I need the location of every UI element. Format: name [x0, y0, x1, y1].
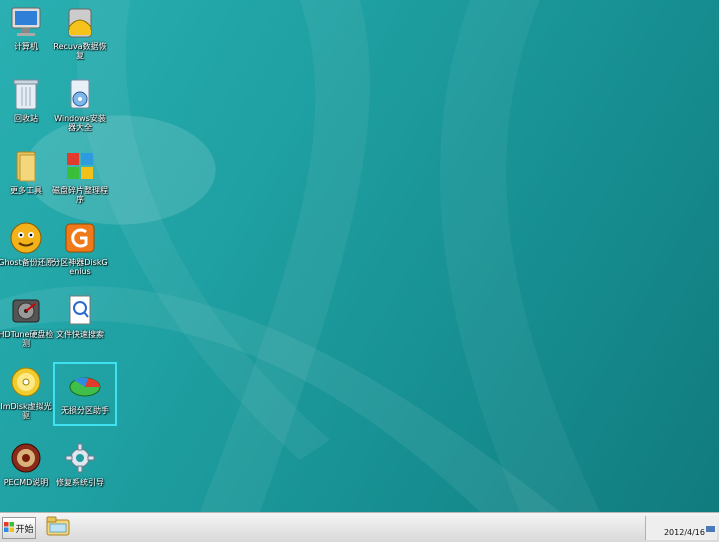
file-search-icon	[62, 292, 98, 328]
desktop-icon-computer[interactable]: 计算机	[0, 4, 54, 74]
hdtune-icon	[8, 292, 44, 328]
explorer-folder-icon	[46, 516, 70, 540]
desktop-icon-label: 无损分区助手	[61, 406, 109, 415]
partition-assistant-icon	[67, 368, 103, 404]
windows-installer-icon	[62, 76, 98, 112]
desktop-icon-repair-boot[interactable]: 修复系统引导	[52, 440, 108, 510]
ghost-icon	[8, 220, 44, 256]
pecmd-icon	[8, 440, 44, 476]
desktop: 计算机 回收站 更多工具 Ghost备份还原 HDTune硬盘检测 ImDisk…	[0, 0, 719, 512]
desktop-icon-file-search[interactable]: 文件快速搜索	[52, 292, 108, 362]
desktop-icon-label: HDTune硬盘检测	[0, 330, 54, 348]
desktop-icon-partition-assistant[interactable]: 无损分区助手	[53, 362, 117, 426]
desktop-icon-label: 更多工具	[10, 186, 42, 195]
desktop-icon-defrag[interactable]: 磁盘碎片整理程序	[52, 148, 108, 218]
defrag-icon	[62, 148, 98, 184]
taskbar-explorer-button[interactable]	[44, 516, 72, 540]
desktop-icon-label: 文件快速搜索	[56, 330, 104, 339]
imdisk-icon	[8, 364, 44, 400]
desktop-icon-windows-installer[interactable]: Windows安装器大全	[52, 76, 108, 146]
desktop-icon-label: 计算机	[14, 42, 38, 51]
folder-icon	[8, 148, 44, 184]
desktop-icon-label: 分区神器DiskGenius	[52, 258, 108, 276]
taskbar: 开始 2012/4/16	[0, 512, 719, 542]
start-button[interactable]: 开始	[2, 517, 36, 539]
desktop-icon-recycle-bin[interactable]: 回收站	[0, 76, 54, 146]
desktop-icon-more-tools[interactable]: 更多工具	[0, 148, 54, 218]
gear-icon	[62, 440, 98, 476]
recycle-bin-icon	[8, 76, 44, 112]
desktop-icon-label: Ghost备份还原	[0, 258, 54, 267]
desktop-icon-diskgenius[interactable]: 分区神器DiskGenius	[52, 220, 108, 290]
desktop-icon-label: Windows安装器大全	[54, 114, 106, 132]
computer-icon	[8, 4, 44, 40]
desktop-icon-label: ImDisk虚拟光驱	[0, 402, 52, 420]
system-tray: 2012/4/16	[645, 516, 717, 540]
recuva-icon	[62, 4, 98, 40]
windows-logo-icon	[4, 521, 15, 535]
clock-date[interactable]: 2012/4/16	[664, 528, 705, 537]
desktop-icon-label: 修复系统引导	[56, 478, 104, 487]
desktop-icon-imdisk[interactable]: ImDisk虚拟光驱	[0, 364, 54, 434]
desktop-icon-label: PECMD说明	[3, 478, 49, 487]
start-label: 开始	[15, 524, 34, 535]
desktop-icon-label: Recuva数据恢复	[53, 42, 107, 60]
desktop-icon-hdtune[interactable]: HDTune硬盘检测	[0, 292, 54, 362]
network-icon[interactable]	[706, 518, 715, 537]
desktop-icon-pecmd[interactable]: PECMD说明	[0, 440, 54, 510]
desktop-icon-ghost[interactable]: Ghost备份还原	[0, 220, 54, 290]
desktop-icon-recuva[interactable]: Recuva数据恢复	[52, 4, 108, 74]
diskgenius-icon	[62, 220, 98, 256]
desktop-icon-label: 磁盘碎片整理程序	[52, 186, 108, 204]
desktop-icon-label: 回收站	[14, 114, 38, 123]
